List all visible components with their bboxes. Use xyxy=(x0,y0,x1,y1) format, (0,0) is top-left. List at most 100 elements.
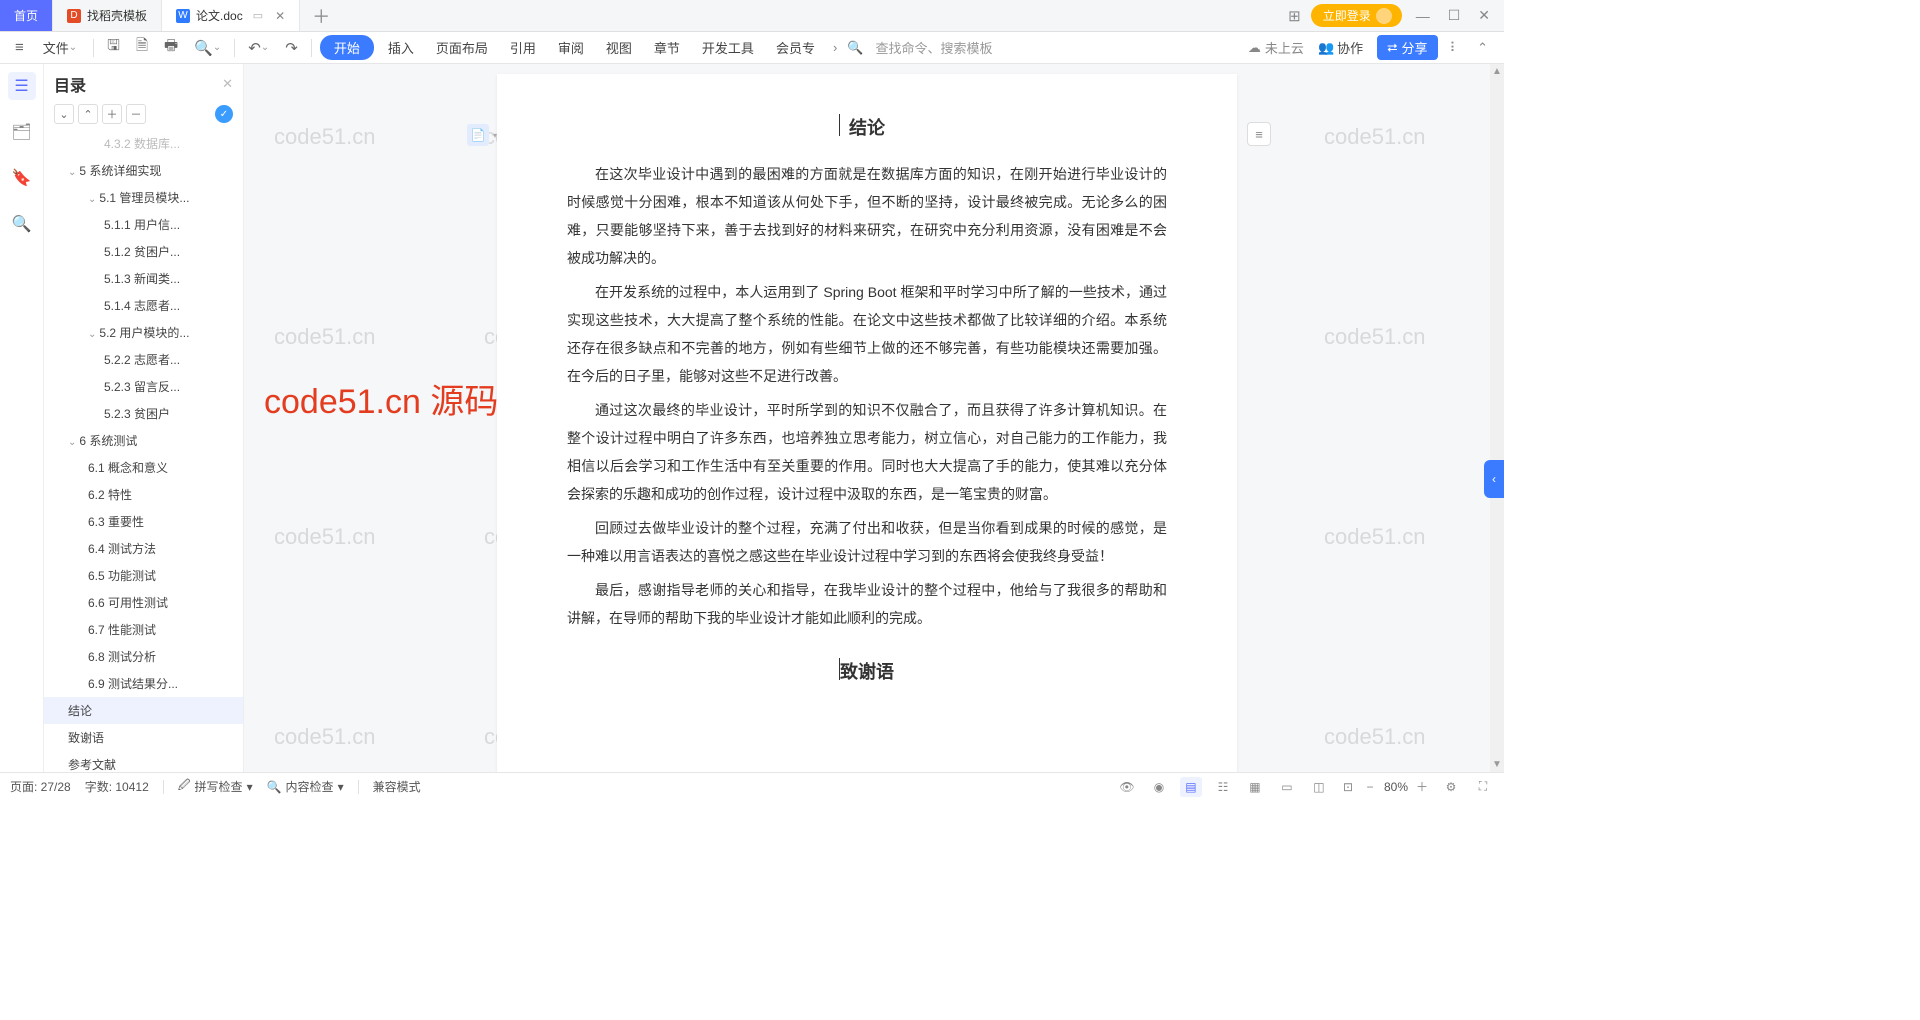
save-as-icon[interactable]: 🗎 xyxy=(131,32,153,63)
add-node-icon[interactable]: ＋ xyxy=(102,104,122,124)
menu-dev[interactable]: 开发工具 xyxy=(694,35,762,60)
fullscreen-icon[interactable]: ⛶ xyxy=(1472,777,1494,797)
zoom-in-icon[interactable]: ＋ xyxy=(1414,778,1430,795)
outline-item-trunc[interactable]: 4.3.2 数据库... xyxy=(44,130,243,157)
spellcheck-button[interactable]: 🖉 拼写检查 ▾ xyxy=(178,776,253,797)
outline-item[interactable]: 5.1.4 志愿者... xyxy=(44,292,243,319)
outline-item[interactable]: 5.1.2 贫困户... xyxy=(44,238,243,265)
save-icon[interactable]: 🖫 xyxy=(102,32,125,63)
outline-item[interactable]: 6.4 测试方法 xyxy=(44,535,243,562)
page-indicator[interactable]: 页面: 27/28 xyxy=(10,778,71,795)
outline-item[interactable]: 5.2.3 留言反... xyxy=(44,373,243,400)
outline-item[interactable]: 6.7 性能测试 xyxy=(44,616,243,643)
menu-layout[interactable]: 页面布局 xyxy=(428,35,496,60)
search-input[interactable]: 查找命令、搜索模板 xyxy=(867,35,1000,60)
menu-chapter[interactable]: 章节 xyxy=(646,35,688,60)
compat-mode[interactable]: 兼容模式 xyxy=(373,778,421,795)
settings-icon[interactable]: ⚙ xyxy=(1440,777,1462,797)
page-settings-icon[interactable]: ≡ xyxy=(1247,122,1271,146)
toolbar-more-icon[interactable]: ⠇ xyxy=(1444,40,1466,56)
window-mode-icon[interactable]: ▭ xyxy=(253,9,263,22)
remove-node-icon[interactable]: － xyxy=(126,104,146,124)
preview-icon[interactable]: 🔍⌄ xyxy=(189,36,226,60)
menu-icon[interactable]: ≡ xyxy=(10,36,29,59)
outline-icon[interactable]: ☰ xyxy=(8,72,36,100)
word-count[interactable]: 字数: 10412 xyxy=(85,778,149,795)
focus-icon[interactable]: ◉ xyxy=(1148,777,1170,797)
close-window-icon[interactable]: ✕ xyxy=(1474,7,1494,24)
outline-item[interactable]: 结论 xyxy=(44,697,243,724)
menu-view[interactable]: 视图 xyxy=(598,35,640,60)
outline-item[interactable]: 6.8 测试分析 xyxy=(44,643,243,670)
view-outline-icon[interactable]: ☷ xyxy=(1212,777,1234,797)
view-comment-icon[interactable]: ◫ xyxy=(1308,777,1330,797)
content-check-label: 内容检查 xyxy=(286,778,334,795)
outline-item[interactable]: 5.2.3 贫困户 xyxy=(44,400,243,427)
outline-item[interactable]: 参考文献 xyxy=(44,751,243,772)
search-side-icon[interactable]: 🔍 xyxy=(8,210,36,238)
menu-insert[interactable]: 插入 xyxy=(380,35,422,60)
collapse-all-icon[interactable]: ⌄ xyxy=(54,104,74,124)
zoom-value[interactable]: 80% xyxy=(1384,780,1408,794)
outline-item[interactable]: 6.6 可用性测试 xyxy=(44,589,243,616)
outline-close-icon[interactable]: ✕ xyxy=(222,76,233,92)
outline-item[interactable]: ⌄6 系统测试 xyxy=(44,427,243,454)
share-button[interactable]: ⮂ 分享 xyxy=(1377,35,1437,60)
document-canvas[interactable]: code51.cncode51.cncode51.cncode51.cncode… xyxy=(244,64,1490,772)
toolbar-collapse-icon[interactable]: ⌃ xyxy=(1471,40,1494,56)
tab-template[interactable]: D找稻壳模板 xyxy=(53,0,162,31)
maximize-icon[interactable]: ☐ xyxy=(1444,7,1465,24)
login-button[interactable]: 立即登录 xyxy=(1311,4,1402,27)
eye-icon[interactable]: 👁 xyxy=(1116,777,1138,797)
content-check-button[interactable]: 🔍 内容检查 ▾ xyxy=(267,778,344,795)
outline-item[interactable]: ⌄5.1 管理员模块... xyxy=(44,184,243,211)
outline-item[interactable]: ⌄5.2 用户模块的... xyxy=(44,319,243,346)
outline-item[interactable]: ⌄5 系统详细实现 xyxy=(44,157,243,184)
collab-button[interactable]: 👥 协作 xyxy=(1310,35,1371,60)
outline-item[interactable]: 5.1.3 新闻类... xyxy=(44,265,243,292)
apps-icon[interactable]: ⊞ xyxy=(1288,7,1301,25)
close-icon[interactable]: ✕ xyxy=(275,9,285,23)
watermark: code51.cn xyxy=(1324,324,1426,350)
minimize-icon[interactable]: — xyxy=(1412,8,1434,24)
outline-item[interactable]: 6.5 功能测试 xyxy=(44,562,243,589)
view-page-icon[interactable]: ▤ xyxy=(1180,777,1202,797)
outline-item[interactable]: 6.9 测试结果分... xyxy=(44,670,243,697)
tab-home[interactable]: 首页 xyxy=(0,0,53,31)
nav-icon[interactable]: 🗂 xyxy=(8,118,36,146)
print-icon[interactable]: 🖶 xyxy=(159,32,183,63)
outline-item[interactable]: 致谢语 xyxy=(44,724,243,751)
expand-all-icon[interactable]: ⌃ xyxy=(78,104,98,124)
scroll-up-icon[interactable]: ▲ xyxy=(1492,66,1502,77)
menu-start[interactable]: 开始 xyxy=(320,35,374,60)
outline-sync-icon[interactable]: ✓ xyxy=(215,105,233,123)
undo-icon[interactable]: ↶⌄ xyxy=(243,36,274,60)
tab-doc[interactable]: W论文.doc▭✕ xyxy=(162,0,300,31)
side-expand-tab[interactable]: ‹ xyxy=(1484,460,1504,498)
document-page: 📄▾ ≡ 结论 在这次毕业设计中遇到的最困难的方面就是在数据库方面的知识，在刚开… xyxy=(497,74,1237,772)
outline-item[interactable]: 6.1 概念和意义 xyxy=(44,454,243,481)
menu-review[interactable]: 审阅 xyxy=(550,35,592,60)
cloud-status[interactable]: ☁ 未上云 xyxy=(1248,38,1304,57)
bookmark-icon[interactable]: 🔖 xyxy=(8,164,36,192)
menu-reference[interactable]: 引用 xyxy=(502,35,544,60)
zoom-fit-icon[interactable]: ⊡ xyxy=(1340,780,1356,794)
view-web-icon[interactable]: ▦ xyxy=(1244,777,1266,797)
share-label: 分享 xyxy=(1402,38,1428,57)
outline-item[interactable]: 5.2.2 志愿者... xyxy=(44,346,243,373)
outline-list[interactable]: 4.3.2 数据库... ⌄5 系统详细实现⌄5.1 管理员模块...5.1.1… xyxy=(44,130,243,772)
outline-item[interactable]: 5.1.1 用户信... xyxy=(44,211,243,238)
outline-item[interactable]: 6.2 特性 xyxy=(44,481,243,508)
menu-vip[interactable]: 会员专 xyxy=(768,35,823,60)
outline-item[interactable]: 6.3 重要性 xyxy=(44,508,243,535)
scroll-down-icon[interactable]: ▼ xyxy=(1492,759,1502,770)
zoom-out-icon[interactable]: − xyxy=(1362,780,1378,794)
vertical-scrollbar[interactable]: ▲ ▼ xyxy=(1490,64,1504,772)
view-read-icon[interactable]: ▭ xyxy=(1276,777,1298,797)
file-menu[interactable]: 文件⌄ xyxy=(35,35,85,60)
watermark: code51.cn xyxy=(1324,524,1426,550)
tab-add[interactable]: ＋ xyxy=(300,0,342,31)
menu-more-icon[interactable]: › xyxy=(829,40,841,55)
redo-icon[interactable]: ↷ xyxy=(280,36,303,60)
page-format-icon[interactable]: 📄▾ xyxy=(467,124,489,146)
